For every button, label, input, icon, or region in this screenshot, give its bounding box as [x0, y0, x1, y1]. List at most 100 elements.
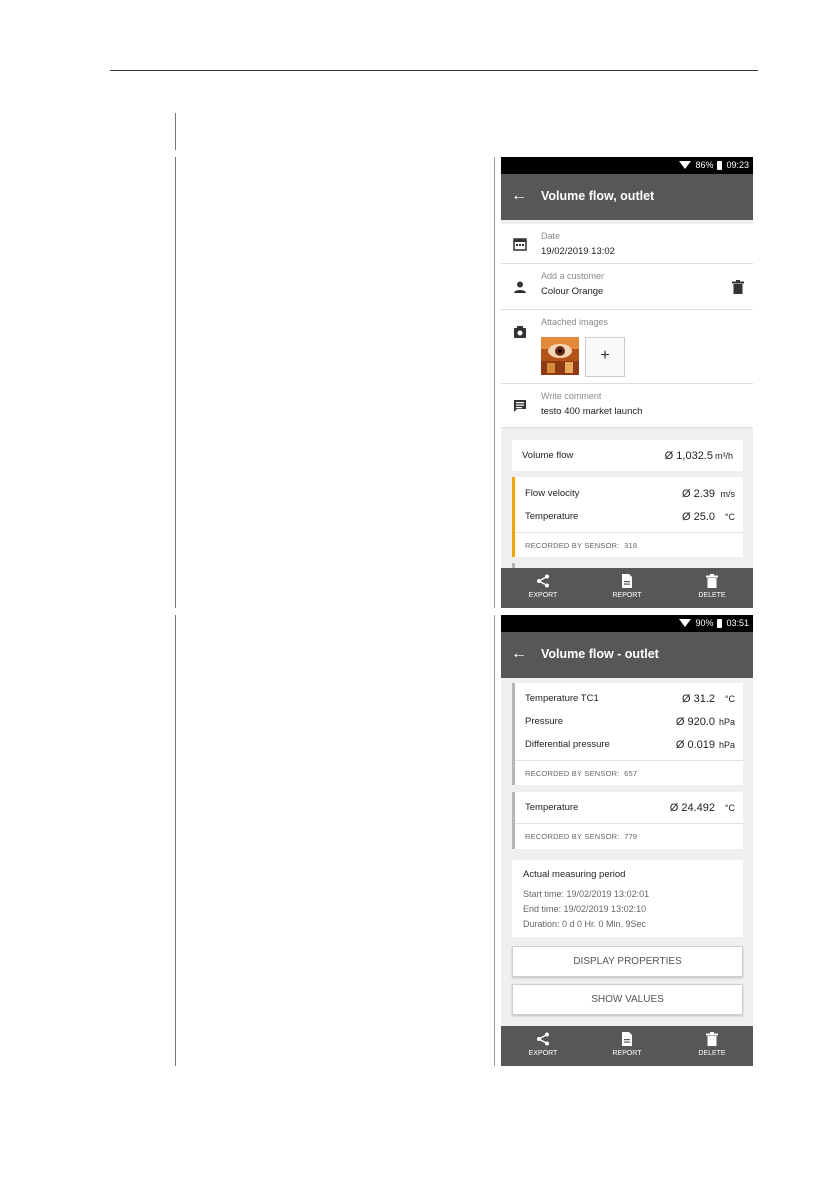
measurement-value: Ø 24.492 — [669, 802, 715, 814]
measurement-row: Pressure Ø 920.0 hPa — [525, 716, 735, 728]
measurement-unit: °C — [724, 512, 735, 522]
measurement-unit: m³/h — [715, 451, 733, 461]
clock: 03:51 — [726, 618, 749, 628]
sensor-card: Flow velocity Ø 2.39 m/s Temperature Ø 2… — [512, 477, 743, 557]
person-icon — [514, 281, 526, 293]
measurement-row: Temperature Ø 25.0 °C — [525, 511, 735, 523]
bottom-action-bar: EXPORT REPORT DELETE — [501, 568, 753, 608]
date-value: 19/02/2019 13:02 — [541, 246, 615, 257]
battery-level: 90% — [695, 618, 714, 628]
export-label: EXPORT — [528, 1050, 558, 1057]
divider — [515, 532, 743, 533]
measurement-label: Temperature — [525, 802, 579, 813]
sensor-id: 779 — [624, 832, 638, 841]
measurement-unit: °C — [724, 694, 735, 704]
date-label: Date — [541, 231, 561, 241]
margin-line — [175, 615, 176, 1066]
recorded-label: RECORDED BY SENSOR: — [525, 541, 620, 550]
battery-icon — [717, 160, 723, 170]
sensor-id: 318 — [624, 541, 638, 550]
trash-icon[interactable] — [732, 280, 744, 294]
recorded-label: RECORDED BY SENSOR: — [525, 832, 620, 841]
camera-icon — [514, 326, 526, 338]
battery-icon — [717, 618, 723, 628]
images-label: Attached images — [541, 317, 609, 327]
delete-label: DELETE — [698, 1050, 726, 1057]
phone-screen-2: 90% 03:51 ← Volume flow - outlet Tempera… — [501, 615, 753, 1066]
delete-button[interactable]: DELETE — [682, 1032, 742, 1057]
display-properties-button[interactable]: DISPLAY PROPERTIES — [512, 946, 743, 977]
export-label: EXPORT — [528, 592, 558, 599]
column-separator — [494, 615, 495, 1066]
delete-button[interactable]: DELETE — [682, 574, 742, 599]
report-button[interactable]: REPORT — [597, 574, 657, 599]
measurement-label: Differential pressure — [525, 739, 610, 750]
attached-image-thumbnail[interactable] — [541, 337, 579, 375]
export-button[interactable]: EXPORT — [513, 1032, 573, 1057]
wifi-icon — [679, 619, 692, 627]
export-button[interactable]: EXPORT — [513, 574, 573, 599]
page-title: Volume flow - outlet — [541, 647, 659, 661]
customer-label: Add a customer — [541, 271, 605, 281]
date-row[interactable]: Date 19/02/2019 13:02 — [501, 224, 753, 264]
measurement-label: Temperature TC1 — [525, 693, 599, 704]
sensor-card: Temperature Ø 24.492 °C RECORDED BY SENS… — [512, 792, 743, 849]
measurement-unit: hPa — [718, 717, 735, 727]
comment-value: testo 400 market launch — [541, 406, 643, 417]
column-separator — [494, 157, 495, 608]
measurement-value: Ø 2.39 — [681, 488, 715, 500]
measurement-row: Volume flow Ø 1,032.5 m³/h — [522, 450, 735, 462]
measurement-row: Temperature Ø 24.492 °C — [525, 802, 735, 814]
volume-flow-card: Volume flow Ø 1,032.5 m³/h — [512, 440, 743, 471]
period-title: Actual measuring period — [523, 869, 626, 880]
measurement-value: Ø 25.0 — [681, 511, 715, 523]
wifi-icon — [679, 161, 692, 169]
battery-level: 86% — [695, 160, 714, 170]
comment-label: Write comment — [541, 391, 602, 401]
measurement-value: Ø 31.2 — [681, 693, 715, 705]
report-label: REPORT — [612, 1050, 642, 1057]
trash-icon — [706, 574, 718, 588]
recorded-label: RECORDED BY SENSOR: — [525, 769, 620, 778]
report-label: REPORT — [612, 592, 642, 599]
document-icon — [622, 574, 632, 588]
measurement-value: Ø 0.019 — [675, 739, 715, 751]
end-time: End time: 19/02/2019 13:02:10 — [523, 904, 647, 914]
customer-row[interactable]: Add a customer Colour Orange — [501, 264, 753, 310]
measurement-label: Pressure — [525, 716, 564, 727]
measurement-unit: m/s — [720, 489, 736, 499]
comment-icon — [514, 400, 526, 412]
back-arrow-icon[interactable]: ← — [511, 186, 527, 206]
recorded-by-sensor: RECORDED BY SENSOR: 318 — [525, 541, 637, 550]
delete-label: DELETE — [698, 592, 726, 599]
page-title: Volume flow, outlet — [541, 189, 655, 203]
measuring-period-card: Actual measuring period Start time: 19/0… — [512, 860, 743, 937]
measurement-unit: hPa — [718, 740, 735, 750]
start-time: Start time: 19/02/2019 13:02:01 — [523, 889, 650, 899]
back-arrow-icon[interactable]: ← — [511, 644, 527, 664]
phone-screen-1: 86% 09:23 ← Volume flow, outlet Date 19/… — [501, 157, 753, 608]
comment-row[interactable]: Write comment testo 400 market launch — [501, 384, 753, 428]
margin-line — [175, 113, 176, 150]
measurement-row: Differential pressure Ø 0.019 hPa — [525, 739, 735, 751]
customer-value: Colour Orange — [541, 286, 604, 297]
add-image-button[interactable]: + — [585, 337, 625, 377]
measurement-row: Temperature TC1 Ø 31.2 °C — [525, 693, 735, 705]
status-bar: 90% 03:51 — [501, 615, 753, 632]
images-row: Attached images + — [501, 310, 753, 384]
page-header-rule — [110, 70, 758, 71]
report-button[interactable]: REPORT — [597, 1032, 657, 1057]
recorded-by-sensor: RECORDED BY SENSOR: 657 — [525, 769, 637, 778]
measurement-row: Flow velocity Ø 2.39 m/s — [525, 488, 736, 500]
bottom-action-bar: EXPORT REPORT DELETE — [501, 1026, 753, 1066]
measurement-value: Ø 1,032.5 — [664, 450, 713, 462]
document-icon — [622, 1032, 632, 1046]
measurement-value: Ø 920.0 — [675, 716, 715, 728]
status-bar: 86% 09:23 — [501, 157, 753, 174]
measurement-unit: °C — [724, 803, 735, 813]
margin-line — [175, 157, 176, 608]
show-values-button[interactable]: SHOW VALUES — [512, 984, 743, 1015]
divider — [515, 760, 743, 761]
measurement-label: Volume flow — [522, 450, 574, 461]
measurement-label: Flow velocity — [525, 488, 580, 499]
